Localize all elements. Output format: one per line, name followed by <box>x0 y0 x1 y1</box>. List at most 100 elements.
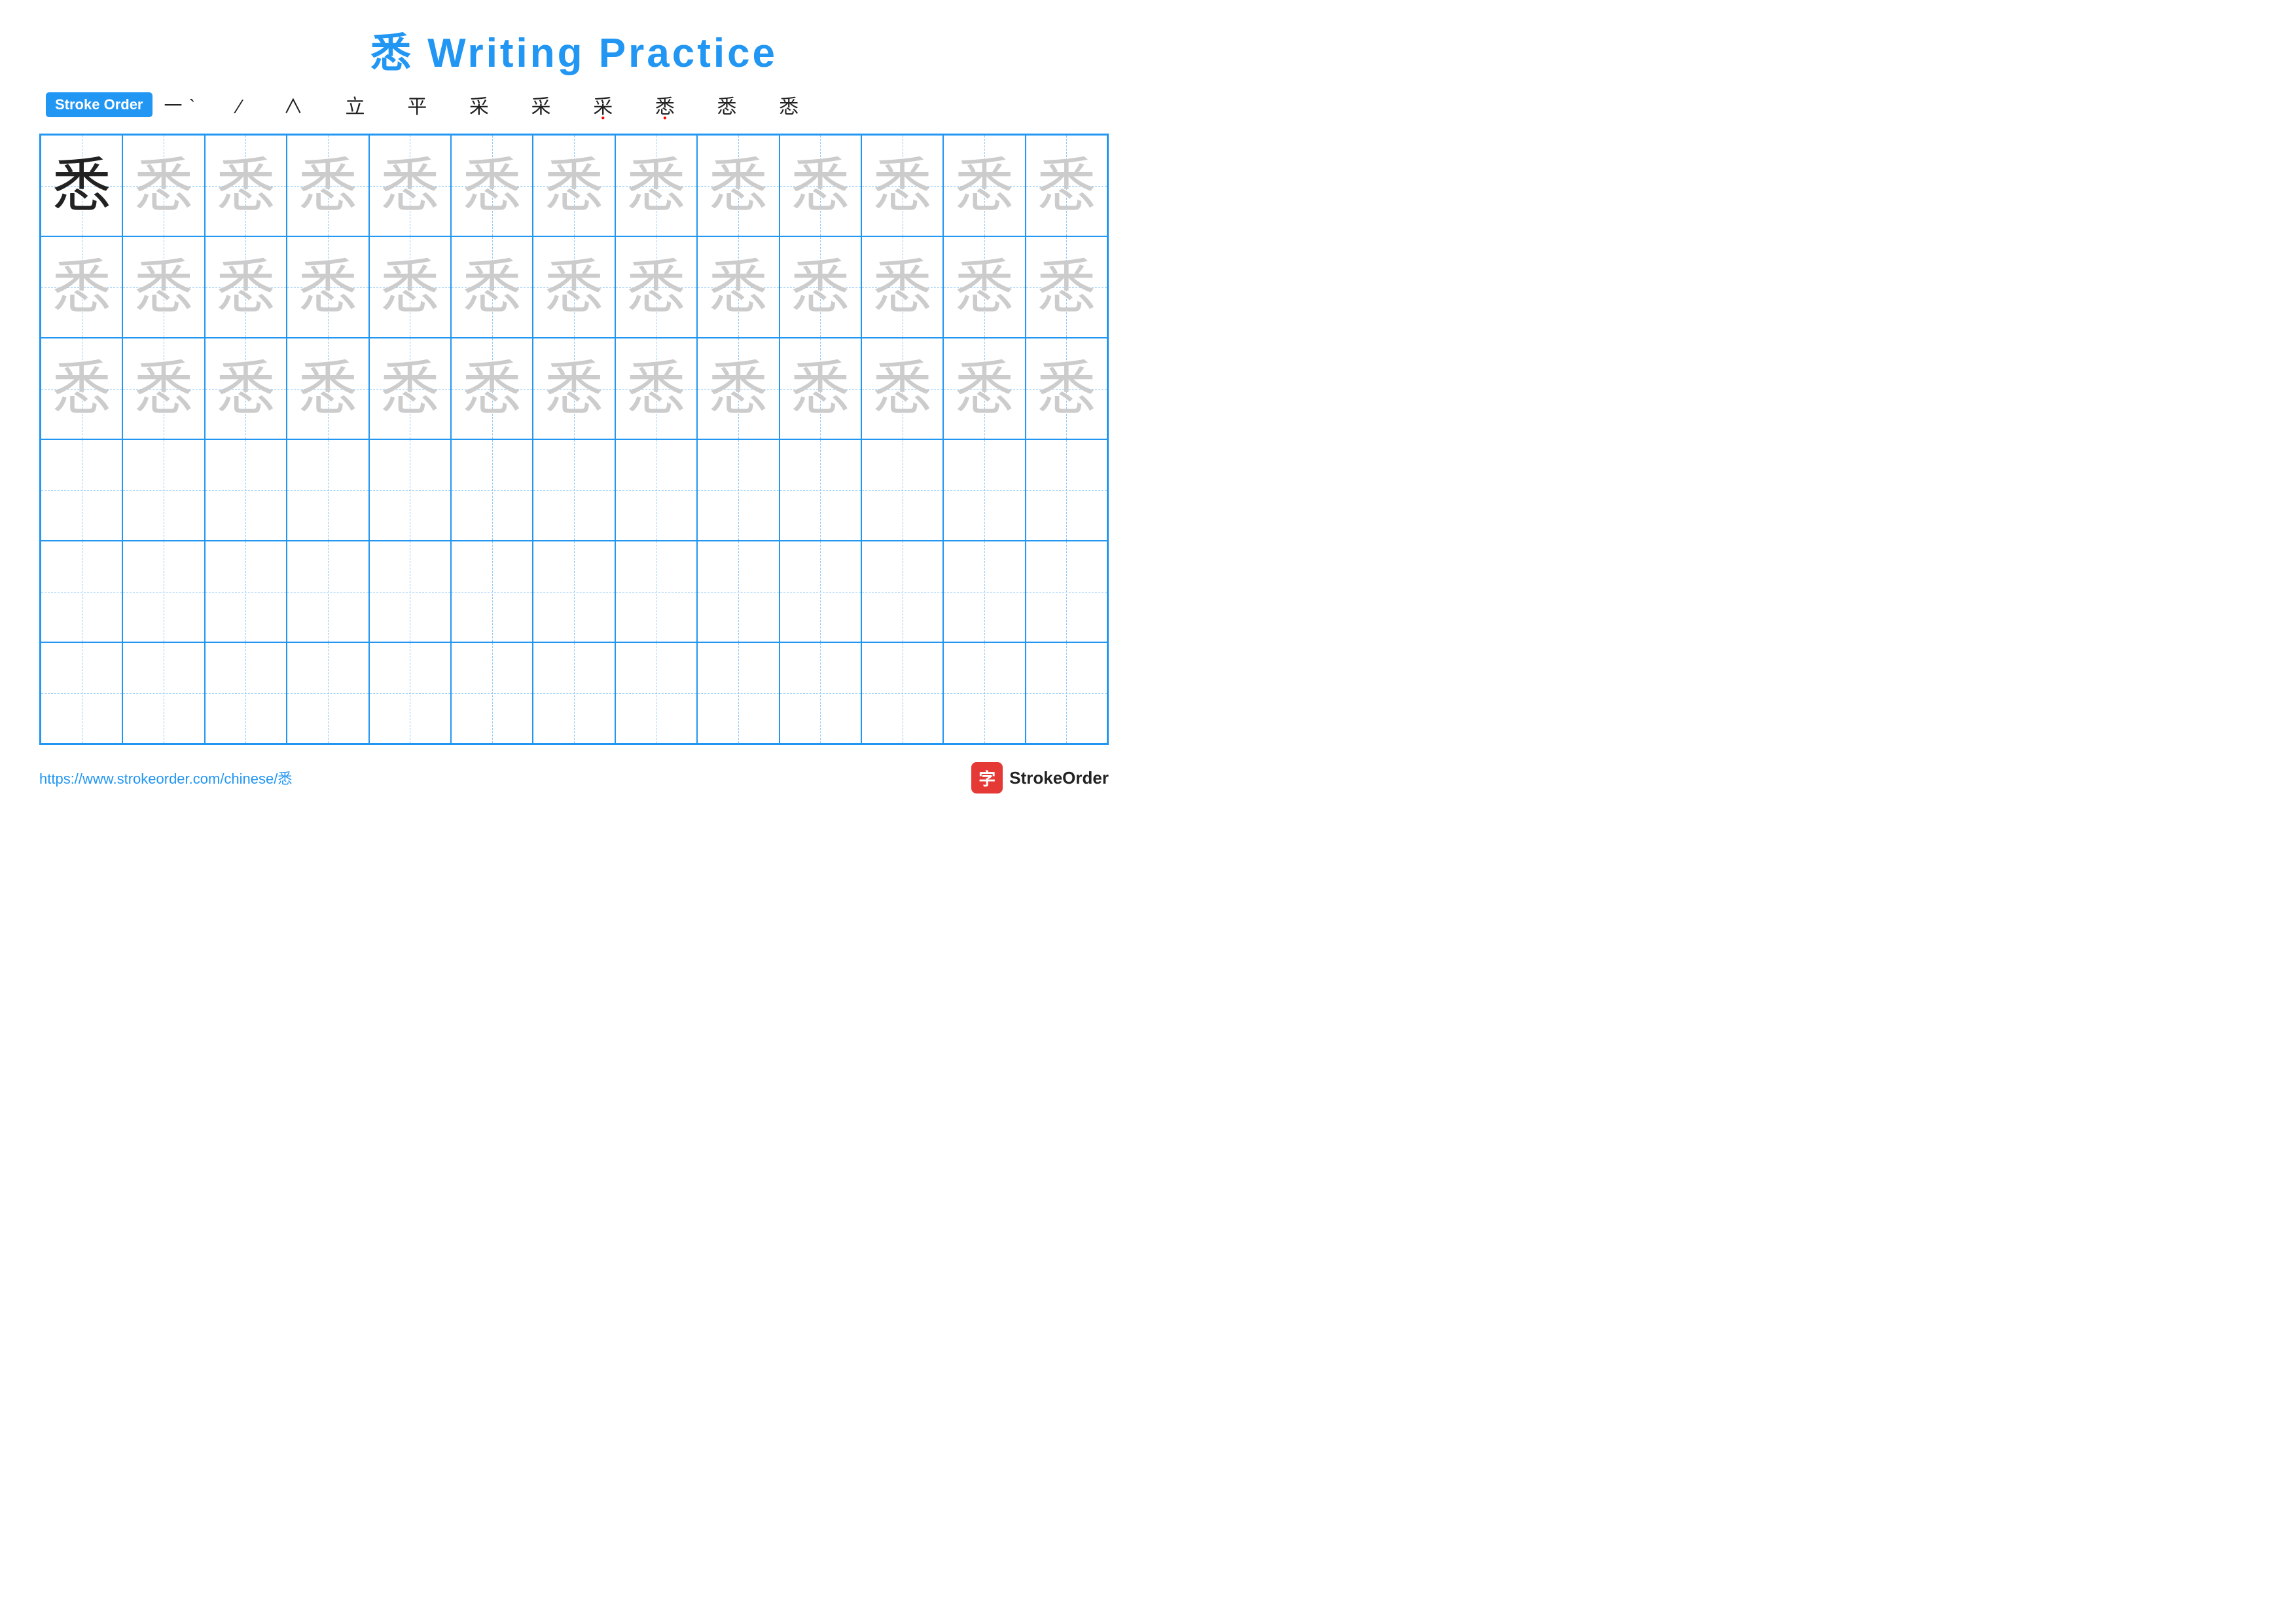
grid-cell[interactable]: 悉 <box>615 236 697 338</box>
grid-cell[interactable] <box>287 541 368 642</box>
grid-cell[interactable]: 悉 <box>287 236 368 338</box>
grid-cell[interactable]: 悉 <box>1026 338 1107 439</box>
grid-cell[interactable]: 悉 <box>287 338 368 439</box>
grid-cell[interactable] <box>122 642 204 744</box>
practice-char: 悉 <box>134 258 193 317</box>
practice-char: 悉 <box>1037 258 1096 317</box>
grid-cell[interactable] <box>1026 541 1107 642</box>
grid-cell[interactable] <box>122 541 204 642</box>
grid-cell[interactable]: 悉 <box>122 236 204 338</box>
grid-cell[interactable] <box>780 439 861 541</box>
grid-cell[interactable]: 悉 <box>943 135 1025 236</box>
grid-cell[interactable] <box>451 439 533 541</box>
practice-char: 悉 <box>52 359 111 418</box>
practice-char: 悉 <box>545 156 603 215</box>
grid-cell[interactable]: 悉 <box>41 338 122 439</box>
grid-cell[interactable]: 悉 <box>451 338 533 439</box>
grid-cell[interactable]: 悉 <box>451 135 533 236</box>
practice-grid: 悉 悉 悉 悉 悉 悉 悉 悉 悉 悉 悉 悉 悉 悉 悉 悉 悉 悉 悉 悉 … <box>39 134 1109 745</box>
grid-cell[interactable] <box>615 642 697 744</box>
grid-cell[interactable] <box>369 439 451 541</box>
grid-cell[interactable] <box>780 642 861 744</box>
grid-cell[interactable]: 悉 <box>41 135 122 236</box>
grid-cell[interactable]: 悉 <box>1026 135 1107 236</box>
grid-cell[interactable] <box>780 541 861 642</box>
grid-cell[interactable]: 悉 <box>205 135 287 236</box>
grid-cell[interactable] <box>369 541 451 642</box>
grid-cell[interactable] <box>451 642 533 744</box>
grid-cell[interactable] <box>122 439 204 541</box>
grid-cell[interactable]: 悉 <box>41 236 122 338</box>
practice-char: 悉 <box>298 359 357 418</box>
grid-cell[interactable]: 悉 <box>533 338 615 439</box>
grid-cell[interactable]: 悉 <box>369 135 451 236</box>
grid-cell[interactable] <box>1026 439 1107 541</box>
footer: https://www.strokeorder.com/chinese/悉 字 … <box>39 762 1109 793</box>
grid-cell[interactable] <box>205 439 287 541</box>
grid-cell[interactable]: 悉 <box>780 236 861 338</box>
grid-cell[interactable]: 悉 <box>943 338 1025 439</box>
grid-cell[interactable]: 悉 <box>780 338 861 439</box>
grid-cell[interactable]: 悉 <box>205 338 287 439</box>
grid-cell[interactable] <box>943 541 1025 642</box>
practice-char: 悉 <box>955 156 1014 215</box>
practice-char: 悉 <box>380 359 439 418</box>
grid-cell[interactable] <box>697 541 779 642</box>
grid-cell[interactable] <box>615 439 697 541</box>
grid-cell[interactable]: 悉 <box>533 135 615 236</box>
grid-cell[interactable] <box>41 439 122 541</box>
grid-cell[interactable] <box>287 642 368 744</box>
grid-cell[interactable] <box>41 642 122 744</box>
practice-char: 悉 <box>1037 156 1096 215</box>
stroke-chars-display: ` ∕ ∧ 立 平 采 采 采● 悉● 悉 悉 <box>189 90 810 119</box>
logo-icon: 字 <box>971 762 1003 793</box>
grid-cell[interactable]: 悉 <box>122 135 204 236</box>
stroke-order-row: Stroke Order 一 ` ∕ ∧ 立 平 采 采 采● 悉● 悉 悉 <box>39 90 1109 119</box>
grid-cell[interactable]: 悉 <box>122 338 204 439</box>
grid-cell[interactable] <box>697 642 779 744</box>
grid-cell[interactable] <box>533 439 615 541</box>
grid-cell[interactable] <box>287 439 368 541</box>
grid-cell[interactable] <box>861 439 943 541</box>
practice-char: 悉 <box>791 359 850 418</box>
grid-cell[interactable] <box>41 541 122 642</box>
grid-cell[interactable]: 悉 <box>451 236 533 338</box>
grid-cell[interactable] <box>697 439 779 541</box>
grid-cell[interactable]: 悉 <box>861 236 943 338</box>
stroke-chars: 一 ` ∕ ∧ 立 平 采 采 采● 悉● 悉 悉 <box>164 90 810 119</box>
grid-cell[interactable] <box>369 642 451 744</box>
grid-cell[interactable] <box>205 642 287 744</box>
grid-row-5 <box>41 541 1107 642</box>
grid-cell[interactable]: 悉 <box>369 236 451 338</box>
grid-cell[interactable]: 悉 <box>861 135 943 236</box>
grid-cell[interactable]: 悉 <box>1026 236 1107 338</box>
practice-char: 悉 <box>52 258 111 317</box>
grid-cell[interactable] <box>615 541 697 642</box>
grid-row-3: 悉 悉 悉 悉 悉 悉 悉 悉 悉 悉 悉 悉 悉 <box>41 338 1107 439</box>
grid-cell[interactable] <box>205 541 287 642</box>
grid-cell[interactable]: 悉 <box>615 135 697 236</box>
grid-cell[interactable]: 悉 <box>697 338 779 439</box>
grid-cell[interactable]: 悉 <box>697 135 779 236</box>
grid-cell[interactable]: 悉 <box>861 338 943 439</box>
grid-cell[interactable] <box>533 541 615 642</box>
grid-cell[interactable] <box>943 642 1025 744</box>
grid-cell[interactable]: 悉 <box>287 135 368 236</box>
footer-url[interactable]: https://www.strokeorder.com/chinese/悉 <box>39 767 292 788</box>
grid-cell[interactable] <box>943 439 1025 541</box>
grid-cell[interactable]: 悉 <box>780 135 861 236</box>
grid-cell[interactable] <box>533 642 615 744</box>
grid-cell[interactable]: 悉 <box>205 236 287 338</box>
grid-cell[interactable]: 悉 <box>533 236 615 338</box>
page: 悉 Writing Practice Stroke Order 一 ` ∕ ∧ … <box>0 0 1148 812</box>
grid-cell[interactable]: 悉 <box>369 338 451 439</box>
practice-char: 悉 <box>791 258 850 317</box>
grid-cell[interactable] <box>451 541 533 642</box>
grid-cell[interactable] <box>1026 642 1107 744</box>
grid-cell[interactable] <box>861 541 943 642</box>
grid-cell[interactable]: 悉 <box>697 236 779 338</box>
grid-cell[interactable]: 悉 <box>943 236 1025 338</box>
practice-char: 悉 <box>955 258 1014 317</box>
grid-cell[interactable] <box>861 642 943 744</box>
grid-cell[interactable]: 悉 <box>615 338 697 439</box>
